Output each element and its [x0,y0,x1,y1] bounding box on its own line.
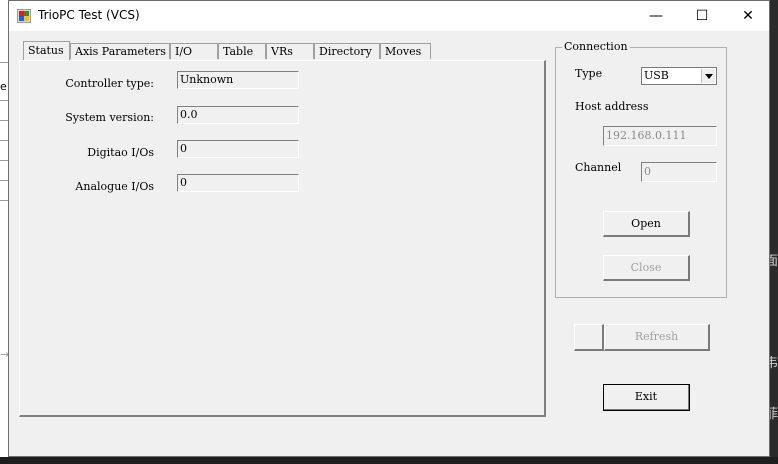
title-bar[interactable]: TrioPC Test (VCS) — ☐ ✕ [9,1,769,31]
minimize-icon: — [649,8,663,24]
tab-io[interactable]: I/O [170,43,218,59]
background-text: e [0,80,7,93]
host-address-field[interactable]: 192.168.0.111 [603,126,717,146]
controller-type-field: Unknown [177,71,299,89]
host-address-label: Host address [575,100,649,113]
tab-axis-parameters[interactable]: Axis Parameters [70,43,170,59]
status-tab-page: Controller type: Unknown System version:… [19,60,546,417]
refresh-button[interactable]: Refresh [604,324,710,351]
open-button[interactable]: Open [603,211,690,237]
channel-label: Channel [575,161,622,174]
taskbar-strip [0,457,778,464]
refresh-side-button[interactable] [574,324,604,351]
channel-field[interactable]: 0 [641,162,717,182]
close-connection-button[interactable]: Close [603,255,690,281]
close-icon: ✕ [742,8,754,24]
tab-table[interactable]: Table [218,43,266,59]
connection-group-title: Connection [562,40,630,53]
maximize-icon: ☐ [695,8,709,24]
tab-moves[interactable]: Moves [380,43,431,59]
app-window: TrioPC Test (VCS) — ☐ ✕ Status Axis Para… [8,0,770,457]
system-version-label: System version: [65,111,154,124]
system-version-field: 0.0 [177,106,299,124]
analogue-io-label: Analogue I/Os [75,180,154,193]
tab-vrs[interactable]: VRs [266,43,314,59]
close-window-button[interactable]: ✕ [725,1,771,31]
analogue-io-field: 0 [177,174,299,192]
type-select-value: USB [644,69,669,82]
window-title: TrioPC Test (VCS) [38,8,140,22]
chevron-down-icon[interactable] [701,69,715,83]
type-select[interactable]: USB [641,67,717,85]
app-icon [17,9,31,23]
type-label: Type [575,67,603,80]
minimize-button[interactable]: — [633,1,679,31]
controller-type-label: Controller type: [65,77,154,90]
maximize-button[interactable]: ☐ [679,1,725,31]
digital-io-field: 0 [177,140,299,158]
tab-status[interactable]: Status [23,41,70,60]
digital-io-label: Digitao I/Os [87,146,154,159]
exit-button[interactable]: Exit [603,384,690,411]
tab-directory[interactable]: Directory [314,43,380,59]
